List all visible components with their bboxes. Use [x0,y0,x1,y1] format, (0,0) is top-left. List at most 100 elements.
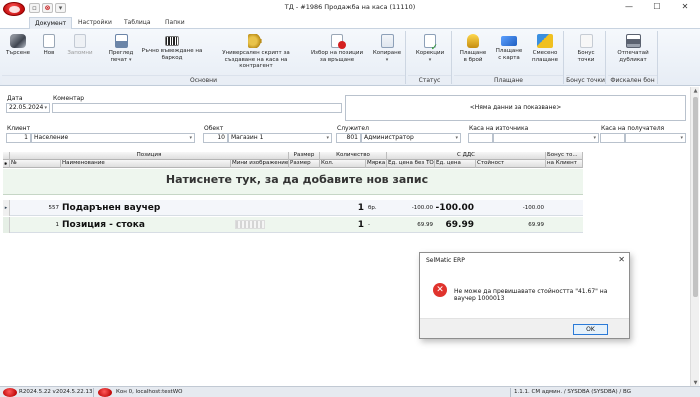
cell-no: 1 [55,222,60,228]
header-group-with-vat[interactable]: С ДДС [387,152,546,160]
app-window: ▫ ⊗ ▾ ТД - #1986 Продажба на каса (11110… [0,0,700,397]
cash-payment-label-1: Плащане [459,50,487,56]
row-indicator [3,217,10,233]
tab-settings[interactable]: Настройки [73,17,117,29]
table-row[interactable]: ▸ 557 Подарънен ваучер 1 бр. -100.00 -10… [3,200,583,216]
search-button-label: Търсене [5,50,31,56]
col-unit[interactable]: Мярка [366,160,387,168]
recipient-cash-name-field[interactable]: ▾ [625,133,686,143]
col-price[interactable]: Ед. цена [435,160,476,168]
tab-document[interactable]: Документ [29,17,73,29]
ok-button[interactable]: OK [573,324,608,335]
dialog-close-button[interactable]: ✕ [618,255,625,264]
print-preview-icon [114,34,128,48]
tab-folders[interactable]: Папки [160,17,190,29]
employee-code-field[interactable]: 801 [336,133,361,143]
card-payment-button[interactable]: Плащане с карта [492,32,526,61]
print-duplicate-label-1: Отпечатай [617,50,649,56]
chevron-down-icon: ▾ [428,56,432,63]
bonus-points-label-1: Бонус [577,50,595,56]
close-button[interactable]: ✕ [671,0,699,14]
col-per-client[interactable]: на Клиент [546,160,583,168]
col-qty[interactable]: Кол. [320,160,366,168]
vertical-scrollbar[interactable]: ▲ ▼ [690,87,699,387]
col-value[interactable]: Стойност [476,160,546,168]
col-mini-image[interactable]: Мини изображение [231,160,289,168]
header-group-position[interactable]: Позиция [10,152,289,160]
tab-table[interactable]: Таблица [119,17,156,29]
universal-script-button[interactable]: Универсален скрипт за създаване на каса … [208,32,304,70]
date-field[interactable]: 22.05.2024 ▾ [6,103,50,113]
comment-field[interactable] [52,103,342,113]
object-code-field[interactable]: 10 [203,133,228,143]
col-name[interactable]: Наименование [61,160,231,168]
corrections-icon [424,34,438,51]
client-name-field[interactable]: Население ▾ [31,133,195,143]
cell-price: -100.00 [435,203,474,213]
manual-barcode-button[interactable]: Ръчно въвеждане на баркод [140,32,204,61]
col-size[interactable]: Размер [289,160,320,168]
object-name-field[interactable]: Магазин 1 ▾ [228,133,332,143]
search-button[interactable]: Търсене [4,32,32,57]
recipient-cash-label: Каса на получателя [601,125,665,132]
maximize-button[interactable]: ☐ [643,0,671,14]
barcode-icon [165,36,179,46]
header-group-size[interactable]: Размер [289,152,320,160]
source-cash-code-field[interactable] [468,133,493,143]
source-cash-label: Каса на източника [469,125,529,132]
no-data-panel: <Няма данни за показване> [345,95,686,121]
minimize-button[interactable]: — [615,0,643,14]
col-no[interactable]: № [10,160,61,168]
object-label: Обект [204,125,224,132]
mixed-payment-label-1: Смесено [532,50,558,56]
employee-label: Служител [337,125,369,132]
ribbon-group-fiscal-label: Фискален бон [608,75,657,84]
cell-name: Подарънен ваучер [62,203,161,213]
status-separator [510,388,511,397]
ribbon-group-bonus: Бонус точки Бонус точки [566,31,606,84]
ribbon-group-fiscal: Отпечатай дубликат Фискален бон [608,31,658,84]
add-new-row[interactable]: Натиснете тук, за да добавите нов запис [3,169,583,195]
choose-return-label-2: за връщане [319,56,355,63]
header-group-quantity[interactable]: Количество [320,152,387,160]
scroll-up-icon[interactable]: ▲ [691,88,700,94]
print-duplicate-button[interactable]: Отпечатай дубликат [612,32,654,63]
current-row-indicator-icon: ▸ [3,200,10,216]
new-button[interactable]: Нов [38,32,60,57]
cell-price-no-to: -100.00 [411,205,433,211]
ribbon-group-status: Корекции ▾ Статус [408,31,452,84]
grid-header-groups: Позиция Размер Количество С ДДС Бонус то… [3,152,583,160]
scrollbar-thumb[interactable] [693,97,698,297]
copy-button[interactable]: Копиране ▾ [370,32,404,63]
mixed-payment-label-2: плащане [531,56,558,63]
header-group-bonus[interactable]: Бонус то... [546,152,583,160]
card-payment-label-1: Плащане [495,48,523,54]
bonus-points-button[interactable]: Бонус точки [569,32,603,63]
manual-barcode-label: Ръчно въвеждане на баркод [141,48,203,61]
dialog-title: SelMatic ERP [426,257,465,264]
mixed-payment-button[interactable]: Смесено плащане [528,32,562,63]
new-document-icon [43,34,55,48]
chevron-down-icon: ▾ [385,56,389,63]
cash-payment-button[interactable]: Плащане в брой [456,32,490,63]
source-cash-name-field[interactable]: ▾ [493,133,599,143]
employee-name-field[interactable]: Администратор ▾ [361,133,461,143]
ribbon-group-payment: Плащане в брой Плащане с карта Смесено п… [454,31,564,84]
client-code-field[interactable]: 1 [6,133,31,143]
table-row[interactable]: 1 Позиция - стока 1 - 69.99 69.99 69.99 [3,217,583,233]
chevron-down-icon: ▾ [680,135,683,141]
cell-unit: - [368,222,370,228]
items-grid: Позиция Размер Количество С ДДС Бонус то… [3,152,583,234]
save-button[interactable]: Запомни [64,32,96,57]
col-price-no-to[interactable]: Ед. цена без ТО [387,160,435,168]
error-icon: ✕ [433,283,447,297]
print-preview-button[interactable]: Преглед печат ▾ [106,32,136,63]
error-dialog: SelMatic ERP ✕ ✕ Не може да превишавате … [419,252,630,339]
choose-return-items-button[interactable]: Избор на позиции за връщане [306,32,368,63]
product-thumbnail [235,220,265,229]
credit-card-icon [501,36,517,46]
corrections-button[interactable]: Корекции ▾ [412,32,448,63]
recipient-cash-code-field[interactable] [600,133,625,143]
save-button-label: Запомни [67,50,93,56]
chevron-down-icon: ▾ [129,56,132,63]
